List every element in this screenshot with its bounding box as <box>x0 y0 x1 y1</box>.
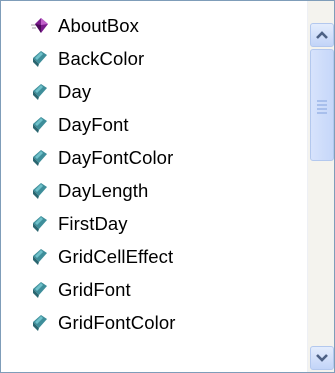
list-item-dayfont[interactable]: DayFont <box>1 109 307 141</box>
list-item-label: DayFont <box>58 114 129 135</box>
list-item-label: GridFont <box>58 279 131 300</box>
list-item-label: BackColor <box>58 48 145 69</box>
list-item-label: DayLength <box>58 180 149 201</box>
chevron-down-icon <box>316 354 328 362</box>
list-item-daylength[interactable]: DayLength <box>1 175 307 207</box>
property-icon <box>30 49 50 69</box>
list-item-backcolor[interactable]: BackColor <box>1 43 307 75</box>
grip-line <box>317 100 327 102</box>
list-item-label: GridCellEffect <box>58 246 174 267</box>
list-item-firstday[interactable]: FirstDay <box>1 208 307 240</box>
grip-line <box>317 112 327 114</box>
method-icon <box>30 16 50 36</box>
property-icon <box>30 181 50 201</box>
grip-line <box>317 104 327 106</box>
grip-line <box>317 108 327 110</box>
vertical-scrollbar[interactable] <box>307 1 334 372</box>
property-icon <box>30 148 50 168</box>
scroll-down-button[interactable] <box>310 346 334 370</box>
member-list[interactable]: AboutBox BackColor Day DayFont DayFontCo… <box>0 0 335 373</box>
list-item-label: AboutBox <box>58 15 140 36</box>
list-item-dayfontcolor[interactable]: DayFontColor <box>1 142 307 174</box>
scrollbar-thumb[interactable] <box>310 49 334 161</box>
property-icon <box>30 280 50 300</box>
list-item-gridcelleffect[interactable]: GridCellEffect <box>1 241 307 273</box>
list-item-gridfontcolor[interactable]: GridFontColor <box>1 307 307 339</box>
property-icon <box>30 313 50 333</box>
chevron-up-icon <box>316 31 328 39</box>
list-item-label: GridFontColor <box>58 312 176 333</box>
property-icon <box>30 115 50 135</box>
list-item-label: DayFontColor <box>58 147 174 168</box>
property-icon <box>30 214 50 234</box>
list-item-aboutbox[interactable]: AboutBox <box>1 10 307 42</box>
list-item-label: Day <box>58 81 92 102</box>
list-item-label: FirstDay <box>58 213 128 234</box>
list-item-gridfont[interactable]: GridFont <box>1 274 307 306</box>
member-list-items: AboutBox BackColor Day DayFont DayFontCo… <box>1 1 307 372</box>
property-icon <box>30 82 50 102</box>
list-item-day[interactable]: Day <box>1 76 307 108</box>
property-icon <box>30 247 50 267</box>
scroll-up-button[interactable] <box>310 23 334 47</box>
